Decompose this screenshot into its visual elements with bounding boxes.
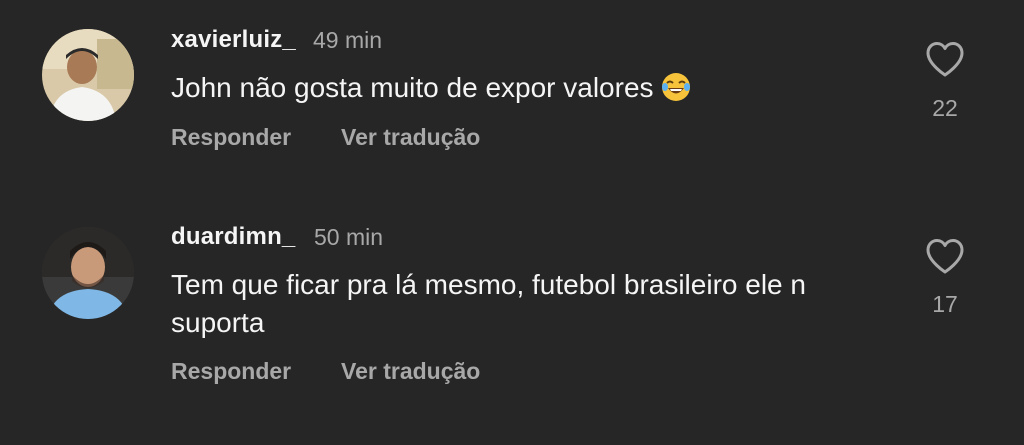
translate-button[interactable]: Ver tradução bbox=[341, 124, 480, 151]
username[interactable]: duardimn_ bbox=[171, 223, 295, 251]
avatar[interactable] bbox=[42, 227, 134, 319]
translate-button[interactable]: Ver tradução bbox=[341, 358, 480, 385]
avatar[interactable] bbox=[42, 29, 134, 121]
like-count: 22 bbox=[932, 95, 958, 121]
comment-text: Tem que ficar pra lá mesmo, futebol bras… bbox=[171, 269, 806, 338]
comment-text-body: John não gosta muito de expor valores bbox=[171, 72, 654, 103]
user-avatar-icon bbox=[42, 227, 134, 319]
reply-button[interactable]: Responder bbox=[171, 124, 291, 151]
laughing-emoji-icon bbox=[661, 73, 690, 101]
like-count: 17 bbox=[932, 291, 958, 317]
heart-icon[interactable] bbox=[925, 238, 965, 276]
user-avatar-icon bbox=[42, 29, 134, 121]
timestamp: 49 min bbox=[313, 27, 383, 53]
heart-icon[interactable] bbox=[925, 41, 965, 79]
reply-button[interactable]: Responder bbox=[171, 358, 291, 385]
username[interactable]: xavierluiz_ bbox=[171, 26, 296, 54]
comment-text: John não gosta muito de expor valores 😂 bbox=[171, 69, 891, 107]
timestamp: 50 min bbox=[314, 224, 384, 250]
